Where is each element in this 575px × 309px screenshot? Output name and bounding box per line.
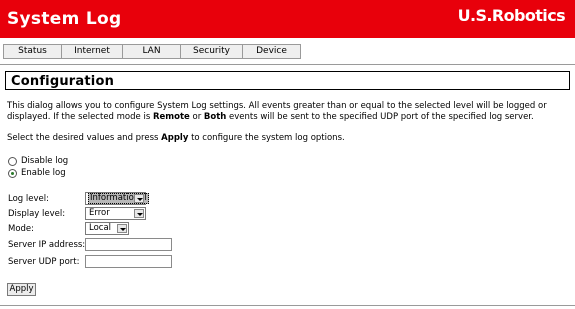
server-ip-label: Server IP address: xyxy=(8,240,86,250)
tab-status[interactable]: Status xyxy=(4,45,62,58)
page-title: System Log xyxy=(7,9,122,29)
nav-tabs: Status Internet LAN Security Device xyxy=(3,44,301,59)
description-text: This dialog allows you to configure Syst… xyxy=(7,101,547,122)
brand-logo: U.S.Robotics xyxy=(457,6,566,25)
apply-button[interactable]: Apply xyxy=(7,283,36,296)
header-bar: System Log U.S.Robotics xyxy=(0,0,575,38)
server-port-input[interactable] xyxy=(85,255,172,268)
log-level-label: Log level: xyxy=(8,194,49,204)
nav-bar: Status Internet LAN Security Device xyxy=(0,38,575,64)
footer-divider xyxy=(0,305,575,306)
disable-log-radio[interactable] xyxy=(8,156,17,166)
server-ip-input[interactable] xyxy=(85,238,172,251)
display-level-label: Display level: xyxy=(8,209,66,219)
mode-value: Local xyxy=(89,223,112,233)
section-header: Configuration xyxy=(5,71,570,90)
chevron-down-icon xyxy=(134,194,144,203)
chevron-down-icon xyxy=(117,224,127,233)
display-level-select[interactable]: Error xyxy=(85,207,146,220)
tab-lan[interactable]: LAN xyxy=(123,45,181,58)
mode-label: Mode: xyxy=(8,224,35,234)
section-title: Configuration xyxy=(11,74,115,89)
disable-log-option[interactable]: Disable log xyxy=(8,156,68,166)
mode-select[interactable]: Local xyxy=(85,222,129,235)
disable-log-label: Disable log xyxy=(21,156,69,166)
server-port-label: Server UDP port: xyxy=(8,257,80,267)
tab-internet[interactable]: Internet xyxy=(62,45,123,58)
display-level-value: Error xyxy=(89,208,110,218)
log-level-select[interactable]: Informational xyxy=(85,192,149,205)
tab-device[interactable]: Device xyxy=(243,45,300,58)
enable-log-radio[interactable] xyxy=(8,168,17,178)
chevron-down-icon xyxy=(134,209,144,218)
enable-log-option[interactable]: Enable log xyxy=(8,168,66,178)
enable-log-label: Enable log xyxy=(21,168,66,178)
tab-security[interactable]: Security xyxy=(181,45,243,58)
nav-divider xyxy=(0,64,575,65)
instruction-text: Select the desired values and press Appl… xyxy=(7,133,345,143)
